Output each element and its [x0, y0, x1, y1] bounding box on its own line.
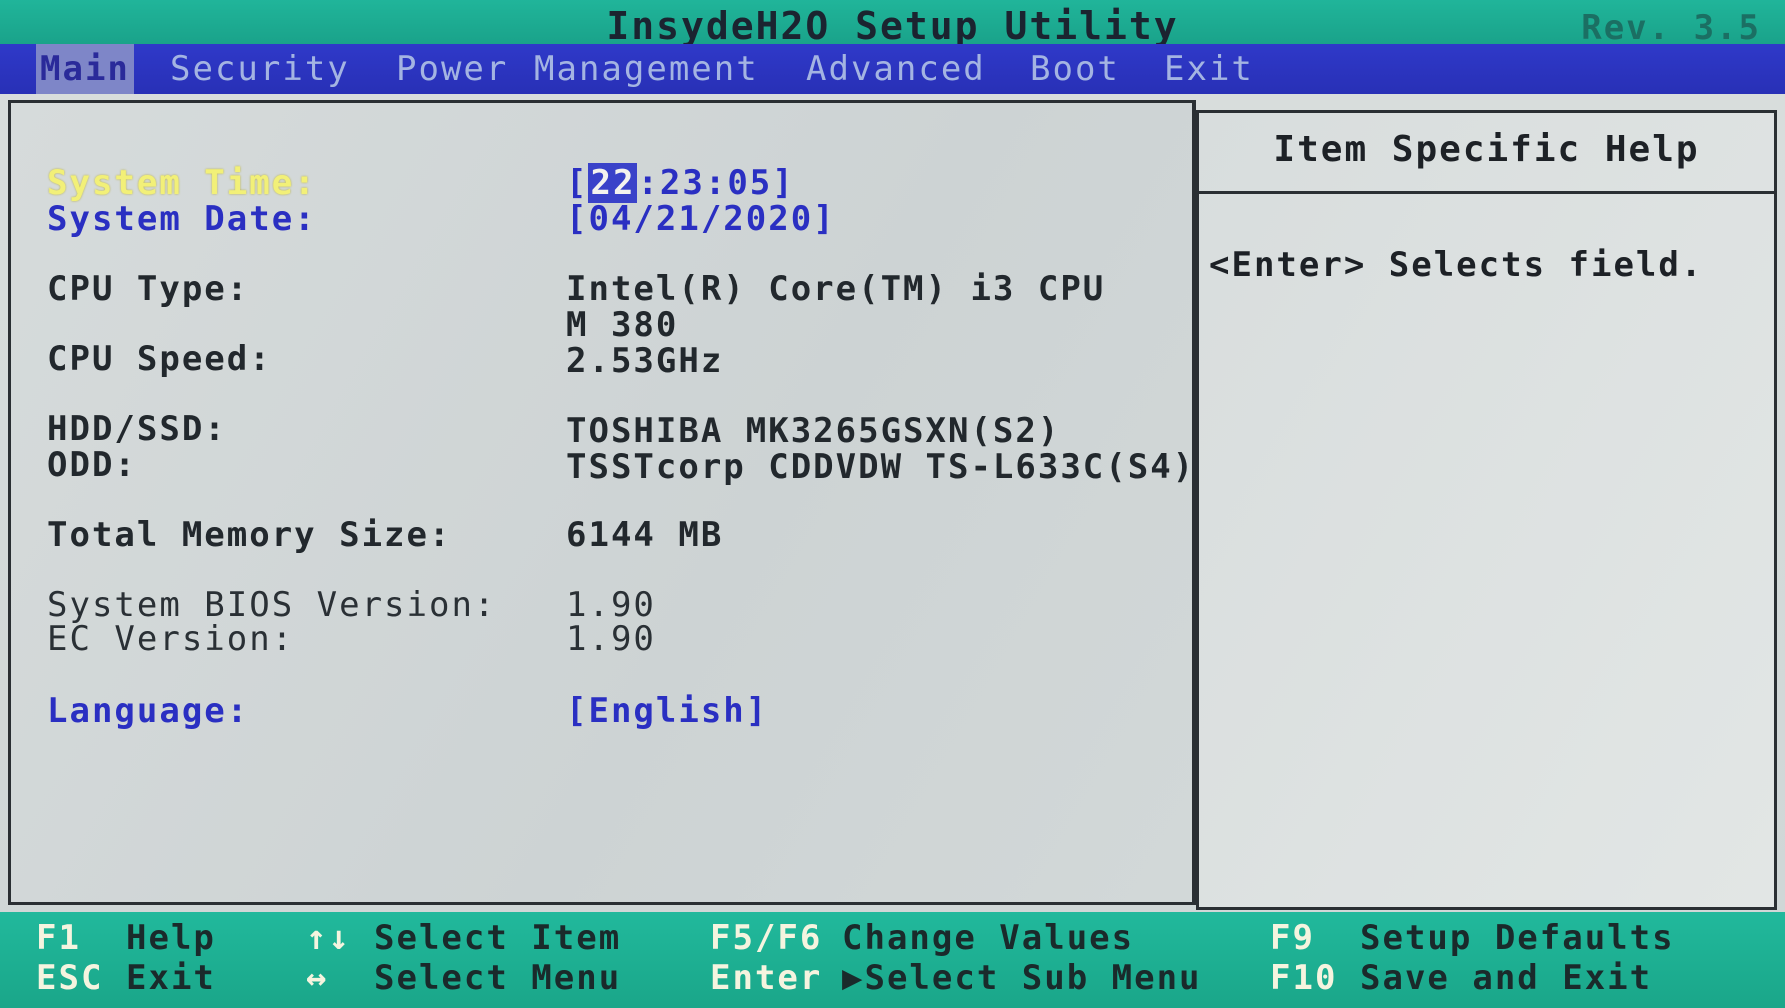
- key-f5-f6: F5/F6: [710, 918, 823, 958]
- help-divider: [1199, 191, 1774, 194]
- menu-exit[interactable]: Exit: [1164, 44, 1254, 94]
- key-f1-desc: Help: [126, 918, 216, 958]
- menu-main[interactable]: Main: [36, 44, 134, 94]
- language-label[interactable]: Language:: [47, 691, 249, 731]
- item-help-panel: Item Specific Help <Enter> Selects field…: [1196, 110, 1777, 910]
- cpu-type-value-1: Intel(R) Core(TM) i3 CPU: [566, 269, 1106, 309]
- odd-value: TSSTcorp CDDVDW TS-L633C(S4): [566, 447, 1196, 487]
- key-legend-bar: F1 Help ESC Exit ↑↓ Select Item ↔ Select…: [0, 912, 1785, 1008]
- key-left-right-desc: Select Menu: [374, 958, 622, 998]
- cpu-type-value-2: M 380: [566, 305, 679, 345]
- help-title: Item Specific Help: [1273, 129, 1700, 170]
- ec-version-label: EC Version:: [47, 619, 295, 659]
- cpu-speed-value: 2.53GHz: [566, 341, 724, 381]
- time-open-bracket: [: [566, 163, 589, 203]
- system-time-field[interactable]: [22:23:05]: [566, 163, 795, 203]
- menu-bar: Main Security Power Management Advanced …: [0, 44, 1785, 94]
- menu-security[interactable]: Security: [170, 44, 350, 94]
- key-left-right-arrows: ↔: [306, 958, 329, 998]
- app-title: InsydeH2O Setup Utility: [606, 4, 1179, 48]
- key-esc: ESC: [36, 958, 104, 998]
- help-text: <Enter> Selects field.: [1209, 245, 1704, 285]
- cpu-type-label: CPU Type:: [47, 269, 250, 309]
- menu-advanced[interactable]: Advanced: [806, 44, 986, 94]
- key-up-down-arrows: ↑↓: [306, 918, 351, 958]
- bios-screen: InsydeH2O Setup Utility Rev. 3.5 Main Se…: [0, 0, 1785, 1008]
- main-settings-panel: System Time: [22:23:05] System Date: [04…: [8, 100, 1196, 905]
- system-date-field[interactable]: [04/21/2020]: [566, 199, 836, 239]
- memory-label: Total Memory Size:: [47, 515, 452, 555]
- key-f5-f6-desc: Change Values: [842, 918, 1135, 958]
- key-up-down-desc: Select Item: [374, 918, 622, 958]
- key-esc-desc: Exit: [126, 958, 216, 998]
- key-f10: F10: [1270, 958, 1338, 998]
- key-f10-desc: Save and Exit: [1360, 958, 1653, 998]
- key-f9: F9: [1270, 918, 1315, 958]
- menu-management[interactable]: Management: [534, 44, 759, 94]
- odd-label: ODD:: [47, 445, 137, 485]
- revision-label: Rev. 3.5: [1581, 8, 1761, 48]
- key-enter: Enter: [710, 958, 823, 998]
- time-hour-highlight[interactable]: 22: [588, 163, 638, 203]
- hdd-value: TOSHIBA MK3265GSXN(S2): [566, 411, 1061, 451]
- time-rest: :23:05]: [637, 163, 795, 203]
- ec-version-value: 1.90: [566, 619, 656, 659]
- memory-value: 6144 MB: [566, 515, 724, 555]
- hdd-label: HDD/SSD:: [47, 409, 227, 449]
- cpu-speed-label: CPU Speed:: [47, 339, 272, 379]
- menu-boot[interactable]: Boot: [1030, 44, 1120, 94]
- key-enter-desc: ▶Select Sub Menu: [842, 958, 1202, 998]
- system-date-label[interactable]: System Date:: [47, 199, 317, 239]
- menu-power[interactable]: Power: [396, 44, 508, 94]
- key-f9-desc: Setup Defaults: [1360, 918, 1675, 958]
- title-bar: InsydeH2O Setup Utility Rev. 3.5: [0, 0, 1785, 50]
- language-field[interactable]: [English]: [566, 691, 768, 731]
- system-time-label[interactable]: System Time:: [47, 163, 317, 203]
- key-f1: F1: [36, 918, 81, 958]
